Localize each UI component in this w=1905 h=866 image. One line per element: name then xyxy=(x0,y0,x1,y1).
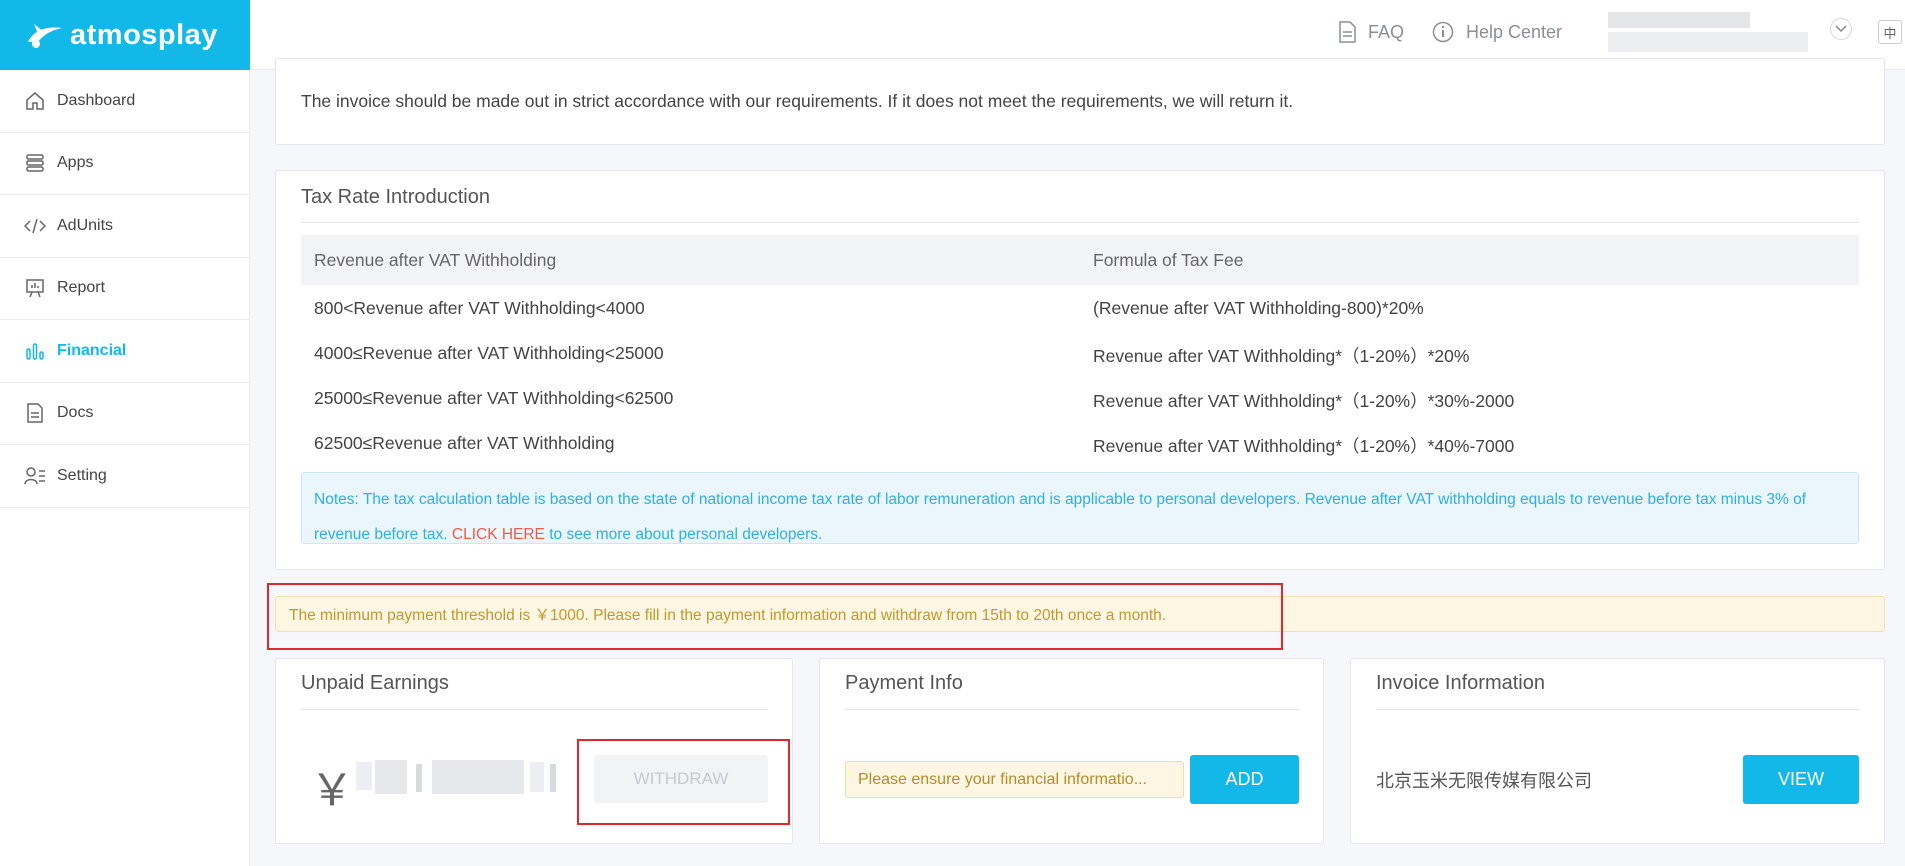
tax-rate-title: Tax Rate Introduction xyxy=(301,186,490,208)
highlight-annotation xyxy=(267,583,1283,650)
table-cell: Revenue after VAT Withholding*（1-20%）*20… xyxy=(1093,346,1470,366)
table-cell: 800<Revenue after VAT Withholding<4000 xyxy=(314,298,645,318)
user-settings-icon xyxy=(24,465,46,487)
tax-notes: Notes: The tax calculation table is base… xyxy=(301,472,1859,544)
table-cell: Revenue after VAT Withholding*（1-20%）*40… xyxy=(1093,436,1515,456)
sidebar-item-docs[interactable]: Docs xyxy=(0,383,249,445)
sidebar-item-adunits[interactable]: AdUnits xyxy=(0,195,249,258)
bar-chart-icon xyxy=(24,340,46,362)
divider xyxy=(845,709,1299,710)
tax-table-header: Revenue after VAT Withholding Formula of… xyxy=(301,235,1859,285)
financial-info-field[interactable]: Please ensure your financial informatio.… xyxy=(845,761,1184,798)
payment-info-title: Payment Info xyxy=(845,672,963,694)
table-cell: 4000≤Revenue after VAT Withholding<25000 xyxy=(314,343,664,363)
table-cell: 25000≤Revenue after VAT Withholding<6250… xyxy=(314,388,674,408)
info-icon xyxy=(1432,21,1454,43)
stack-icon xyxy=(24,152,46,174)
help-center-link[interactable]: Help Center xyxy=(1432,0,1562,64)
sidebar-item-label: AdUnits xyxy=(57,216,114,234)
company-name: 北京玉米无限传媒有限公司 xyxy=(1376,771,1592,791)
sidebar-item-label: Dashboard xyxy=(57,91,136,109)
account-dropdown-button[interactable] xyxy=(1830,18,1852,40)
divider xyxy=(301,222,1859,223)
sidebar-item-label: Setting xyxy=(57,466,107,484)
notes-suffix: to see more about personal developers. xyxy=(544,526,823,543)
sidebar-item-dashboard[interactable]: Dashboard xyxy=(0,70,249,133)
divider xyxy=(301,709,768,710)
document-icon xyxy=(1338,21,1356,43)
code-icon xyxy=(24,215,46,237)
divider xyxy=(1376,709,1859,710)
home-icon xyxy=(24,90,46,112)
column-header: Formula of Tax Fee xyxy=(1093,250,1244,270)
brand-name: atmosplay xyxy=(70,18,218,51)
sidebar: Dashboard Apps AdUnits Report Financial … xyxy=(0,70,250,866)
presentation-icon xyxy=(24,277,46,299)
column-header: Revenue after VAT Withholding xyxy=(314,250,557,270)
invoice-requirement-note: The invoice should be made out in strict… xyxy=(301,91,1294,111)
sidebar-item-report[interactable]: Report xyxy=(0,258,249,320)
highlight-annotation xyxy=(577,739,790,825)
plane-logo-icon xyxy=(26,20,64,50)
help-center-label: Help Center xyxy=(1466,21,1563,42)
sidebar-item-label: Report xyxy=(57,279,106,297)
table-cell: 62500≤Revenue after VAT Withholding xyxy=(314,433,615,453)
faq-label: FAQ xyxy=(1368,21,1405,42)
user-account-blurred[interactable] xyxy=(1608,8,1808,58)
chevron-down-icon xyxy=(1835,20,1847,38)
brand-logo[interactable]: atmosplay xyxy=(0,0,250,70)
sidebar-item-financial[interactable]: Financial xyxy=(0,320,249,383)
add-payment-button[interactable]: ADD xyxy=(1190,755,1299,804)
view-invoice-button[interactable]: VIEW xyxy=(1743,755,1859,804)
sidebar-item-label: Apps xyxy=(57,154,94,172)
currency-symbol: ￥ xyxy=(310,766,354,815)
table-cell: (Revenue after VAT Withholding-800)*20% xyxy=(1093,298,1424,318)
faq-link[interactable]: FAQ xyxy=(1338,0,1404,64)
table-cell: Revenue after VAT Withholding*（1-20%）*30… xyxy=(1093,391,1515,411)
sidebar-item-setting[interactable]: Setting xyxy=(0,445,249,508)
language-switch-button[interactable]: 中 xyxy=(1878,20,1902,44)
sidebar-item-apps[interactable]: Apps xyxy=(0,133,249,195)
sidebar-item-label: Docs xyxy=(57,404,94,422)
invoice-information-title: Invoice Information xyxy=(1376,672,1545,694)
unpaid-earnings-title: Unpaid Earnings xyxy=(301,672,449,694)
click-here-link[interactable]: CLICK HERE xyxy=(452,526,545,543)
sidebar-item-label: Financial xyxy=(57,341,127,359)
document-icon xyxy=(24,402,46,424)
